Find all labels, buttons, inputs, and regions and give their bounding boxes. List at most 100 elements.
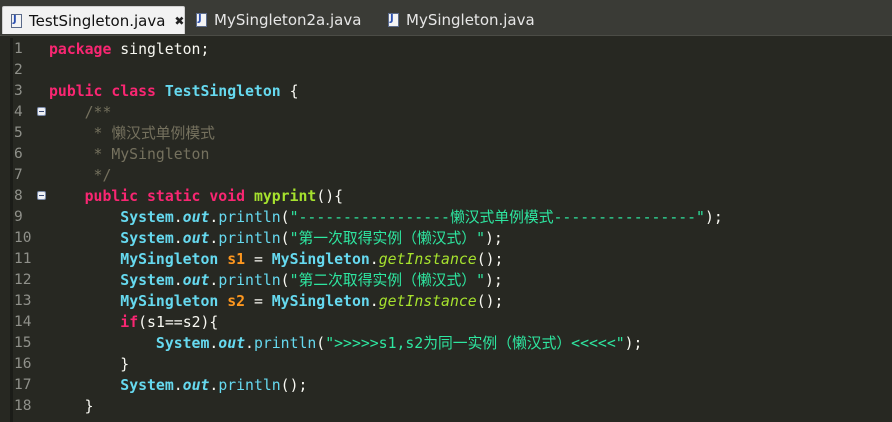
code-line-text: System.out.println(); xyxy=(49,375,307,396)
code-token-plain: . xyxy=(369,251,379,268)
code-token-kw: if xyxy=(120,314,139,331)
code-token-comment: /** xyxy=(84,104,112,121)
line-number: 8 xyxy=(14,188,23,204)
code-token-plain: ); xyxy=(484,230,503,247)
code-line: 12 System.out.println("第二次取得实例（懒汉式）"); xyxy=(0,270,892,291)
code-token-str: "-----------------懒汉式单例模式---------------… xyxy=(289,209,705,226)
code-token-kw: class xyxy=(111,83,156,100)
code-token-local: s2 xyxy=(182,314,201,331)
code-token-plain: . xyxy=(209,377,219,394)
code-token-plain: (); xyxy=(280,377,308,394)
code-token-str: "第一次取得实例（懒汉式）" xyxy=(289,230,485,247)
code-line: 2 xyxy=(0,60,892,81)
code-line-text: } xyxy=(49,354,129,375)
code-line-text: public static void myprint(){ xyxy=(49,186,343,207)
code-line-text: */ xyxy=(49,165,112,186)
code-token-plain: (){ xyxy=(316,188,344,205)
code-token-type: System xyxy=(120,377,174,394)
code-line-text: package singleton; xyxy=(49,39,209,60)
tab-label: MySingleton2a.java xyxy=(214,11,362,29)
code-line: 6 * MySingleton xyxy=(0,144,892,165)
code-line: 10 System.out.println("第一次取得实例（懒汉式）"); xyxy=(0,228,892,249)
code-line-text: System.out.println(">>>>>s1,s2为同一实例（懒汉式）… xyxy=(49,333,643,354)
code-token-plain: ( xyxy=(138,314,148,331)
tab-test-singleton[interactable]: TestSingleton.java ✖ xyxy=(2,6,185,34)
code-token-kw: package xyxy=(49,41,112,58)
code-token-type: System xyxy=(120,209,174,226)
line-number: 3 xyxy=(14,83,23,99)
code-line: 5 * 懒汉式单例模式 xyxy=(0,123,892,144)
line-number: 16 xyxy=(14,356,32,372)
code-line-text: if(s1==s2){ xyxy=(49,312,218,333)
code-line-text: * 懒汉式单例模式 xyxy=(49,123,215,144)
code-line-text: System.out.println("第一次取得实例（懒汉式）"); xyxy=(49,228,503,249)
line-number: 4 xyxy=(14,104,23,120)
code-line: 17 System.out.println(); xyxy=(0,375,892,396)
code-token-plain: ); xyxy=(484,272,503,289)
code-line-text: public class TestSingleton { xyxy=(49,81,298,102)
code-token-type: MySingleton xyxy=(271,293,370,310)
code-token-type: MySingleton xyxy=(271,251,370,268)
tab-my-singleton-2a[interactable]: MySingleton2a.java xyxy=(188,6,378,34)
code-token-call: println xyxy=(218,230,281,247)
code-line: 13 MySingleton s2 = MySingleton.getInsta… xyxy=(0,291,892,312)
code-token-plain: ( xyxy=(316,335,326,352)
line-number: 9 xyxy=(14,209,23,225)
line-number: 2 xyxy=(14,62,23,78)
code-token-field: out xyxy=(182,209,210,226)
code-token-comment: * 懒汉式单例模式 xyxy=(93,125,215,142)
code-token-kw: static xyxy=(147,188,201,205)
code-text-area[interactable]: 1 package singleton; 2 3 public class TestSi… xyxy=(0,38,892,422)
java-file-icon xyxy=(196,13,207,27)
code-token-plain: . xyxy=(173,209,183,226)
code-token-plain: == xyxy=(164,314,183,331)
code-token-comment: * MySingleton xyxy=(93,146,210,163)
collapse-fold-icon[interactable] xyxy=(37,107,46,116)
code-token-plain: ); xyxy=(624,335,643,352)
code-line-text: System.out.println("-----------------懒汉式… xyxy=(49,207,723,228)
code-line: 1 package singleton; xyxy=(0,39,892,60)
code-token-static-call: getInstance xyxy=(378,293,477,310)
code-token-plain: = xyxy=(245,293,272,310)
code-token-plain: ){ xyxy=(200,314,219,331)
code-token-plain: singleton; xyxy=(111,41,210,58)
code-token-plain: } xyxy=(49,398,94,415)
code-token-call: println xyxy=(218,272,281,289)
tab-label: TestSingleton.java xyxy=(29,11,166,30)
code-token-plain: . xyxy=(173,272,183,289)
code-token-call: println xyxy=(218,209,281,226)
tab-my-singleton[interactable]: MySingleton.java xyxy=(380,6,560,34)
code-token-plain: (); xyxy=(476,251,504,268)
close-tab-icon[interactable]: ✖ xyxy=(174,14,184,28)
line-number: 18 xyxy=(14,398,32,414)
code-line: 8 public static void myprint(){ xyxy=(0,186,892,207)
code-token-field: out xyxy=(182,272,210,289)
code-token-field: out xyxy=(182,230,210,247)
code-line-text: /** xyxy=(49,102,112,123)
code-line: 9 System.out.println("-----------------懒… xyxy=(0,207,892,228)
line-number: 14 xyxy=(14,314,32,330)
code-token-plain: . xyxy=(173,230,183,247)
line-number: 17 xyxy=(14,377,32,393)
code-line: 16 } xyxy=(0,354,892,375)
collapse-fold-icon[interactable] xyxy=(37,191,46,200)
code-token-plain: ( xyxy=(280,209,290,226)
code-line-text: MySingleton s1 = MySingleton.getInstance… xyxy=(49,249,503,270)
code-token-local: s1 xyxy=(147,314,165,331)
code-token-type: MySingleton xyxy=(120,293,219,310)
code-token-plain: . xyxy=(369,293,379,310)
java-file-icon xyxy=(388,13,399,27)
code-token-plain: ( xyxy=(280,272,290,289)
